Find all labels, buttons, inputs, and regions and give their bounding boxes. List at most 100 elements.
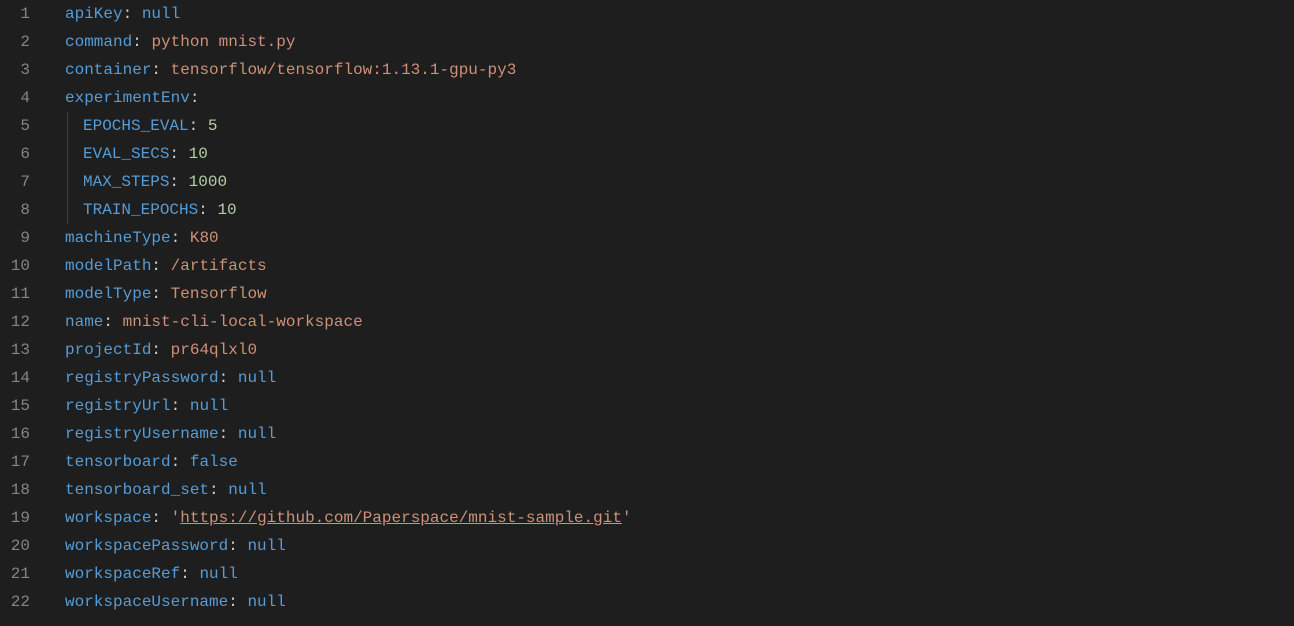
code-line[interactable]: tensorboard: false: [65, 448, 1294, 476]
yaml-number: 5: [208, 117, 218, 135]
code-line[interactable]: modelPath: /artifacts: [65, 252, 1294, 280]
yaml-colon: :: [151, 257, 161, 275]
yaml-key: tensorboard: [65, 453, 171, 471]
code-line[interactable]: TRAIN_EPOCHS: 10: [65, 196, 1294, 224]
yaml-key: tensorboard_set: [65, 481, 209, 499]
code-line[interactable]: modelType: Tensorflow: [65, 280, 1294, 308]
yaml-key: projectId: [65, 341, 151, 359]
code-line[interactable]: experimentEnv:: [65, 84, 1294, 112]
line-number: 15: [0, 392, 30, 420]
yaml-bool: false: [190, 453, 238, 471]
yaml-colon: :: [171, 397, 181, 415]
yaml-key: workspaceUsername: [65, 593, 228, 611]
line-number: 18: [0, 476, 30, 504]
line-number: 13: [0, 336, 30, 364]
line-number: 22: [0, 588, 30, 616]
code-line[interactable]: name: mnist-cli-local-workspace: [65, 308, 1294, 336]
yaml-null: null: [228, 481, 266, 499]
code-line[interactable]: container: tensorflow/tensorflow:1.13.1-…: [65, 56, 1294, 84]
yaml-string: K80: [190, 229, 219, 247]
yaml-colon: :: [151, 509, 161, 527]
code-line[interactable]: tensorboard_set: null: [65, 476, 1294, 504]
code-line[interactable]: machineType: K80: [65, 224, 1294, 252]
yaml-colon: :: [228, 537, 238, 555]
yaml-key: modelPath: [65, 257, 151, 275]
code-line[interactable]: command: python mnist.py: [65, 28, 1294, 56]
line-number: 8: [0, 196, 30, 224]
line-gutter: 12345678910111213141516171819202122: [0, 0, 50, 616]
yaml-key: machineType: [65, 229, 171, 247]
line-number: 14: [0, 364, 30, 392]
line-number: 4: [0, 84, 30, 112]
code-content[interactable]: apiKey: nullcommand: python mnist.pycont…: [50, 0, 1294, 616]
code-line[interactable]: workspacePassword: null: [65, 532, 1294, 560]
code-line[interactable]: registryUrl: null: [65, 392, 1294, 420]
code-line[interactable]: EVAL_SECS: 10: [65, 140, 1294, 168]
line-number: 16: [0, 420, 30, 448]
code-line[interactable]: workspace: 'https://github.com/Paperspac…: [65, 504, 1294, 532]
line-number: 3: [0, 56, 30, 84]
line-number: 20: [0, 532, 30, 560]
code-line[interactable]: projectId: pr64qlxl0: [65, 336, 1294, 364]
yaml-string: python mnist.py: [151, 33, 295, 51]
yaml-key: EVAL_SECS: [83, 145, 169, 163]
yaml-colon: :: [198, 201, 208, 219]
yaml-null: null: [142, 5, 180, 23]
yaml-colon: :: [209, 481, 219, 499]
yaml-null: null: [247, 593, 285, 611]
yaml-key: MAX_STEPS: [83, 173, 169, 191]
yaml-key: TRAIN_EPOCHS: [83, 201, 198, 219]
yaml-colon: :: [189, 117, 199, 135]
code-line[interactable]: workspaceUsername: null: [65, 588, 1294, 616]
code-line[interactable]: EPOCHS_EVAL: 5: [65, 112, 1294, 140]
yaml-number: 10: [189, 145, 208, 163]
yaml-string: Tensorflow: [171, 285, 267, 303]
code-line[interactable]: MAX_STEPS: 1000: [65, 168, 1294, 196]
code-line[interactable]: apiKey: null: [65, 0, 1294, 28]
yaml-null: null: [238, 425, 276, 443]
line-number: 11: [0, 280, 30, 308]
yaml-key: registryUsername: [65, 425, 219, 443]
yaml-key: command: [65, 33, 132, 51]
yaml-null: null: [238, 369, 276, 387]
yaml-string: /artifacts: [171, 257, 267, 275]
yaml-key: container: [65, 61, 151, 79]
code-editor[interactable]: 12345678910111213141516171819202122 apiK…: [0, 0, 1294, 616]
line-number: 12: [0, 308, 30, 336]
yaml-key: modelType: [65, 285, 151, 303]
yaml-colon: :: [169, 145, 179, 163]
line-number: 7: [0, 168, 30, 196]
line-number: 2: [0, 28, 30, 56]
yaml-colon: :: [169, 173, 179, 191]
yaml-colon: :: [190, 89, 200, 107]
yaml-colon: :: [171, 453, 181, 471]
yaml-key: workspacePassword: [65, 537, 228, 555]
line-number: 6: [0, 140, 30, 168]
yaml-string: tensorflow/tensorflow:1.13.1-gpu-py3: [171, 61, 517, 79]
line-number: 9: [0, 224, 30, 252]
line-number: 19: [0, 504, 30, 532]
yaml-null: null: [199, 565, 237, 583]
yaml-colon: :: [171, 229, 181, 247]
code-line[interactable]: workspaceRef: null: [65, 560, 1294, 588]
line-number: 10: [0, 252, 30, 280]
line-number: 21: [0, 560, 30, 588]
yaml-colon: :: [219, 369, 229, 387]
yaml-colon: :: [151, 61, 161, 79]
yaml-key: name: [65, 313, 103, 331]
yaml-quote: ': [171, 509, 181, 527]
line-number: 5: [0, 112, 30, 140]
yaml-null: null: [247, 537, 285, 555]
yaml-key: experimentEnv: [65, 89, 190, 107]
code-line[interactable]: registryUsername: null: [65, 420, 1294, 448]
yaml-quote: ': [622, 509, 632, 527]
code-line[interactable]: registryPassword: null: [65, 364, 1294, 392]
yaml-null: null: [190, 397, 228, 415]
yaml-colon: :: [151, 285, 161, 303]
yaml-key: apiKey: [65, 5, 123, 23]
yaml-colon: :: [103, 313, 113, 331]
yaml-colon: :: [219, 425, 229, 443]
yaml-colon: :: [151, 341, 161, 359]
yaml-key: EPOCHS_EVAL: [83, 117, 189, 135]
yaml-link[interactable]: https://github.com/Paperspace/mnist-samp…: [180, 509, 622, 527]
